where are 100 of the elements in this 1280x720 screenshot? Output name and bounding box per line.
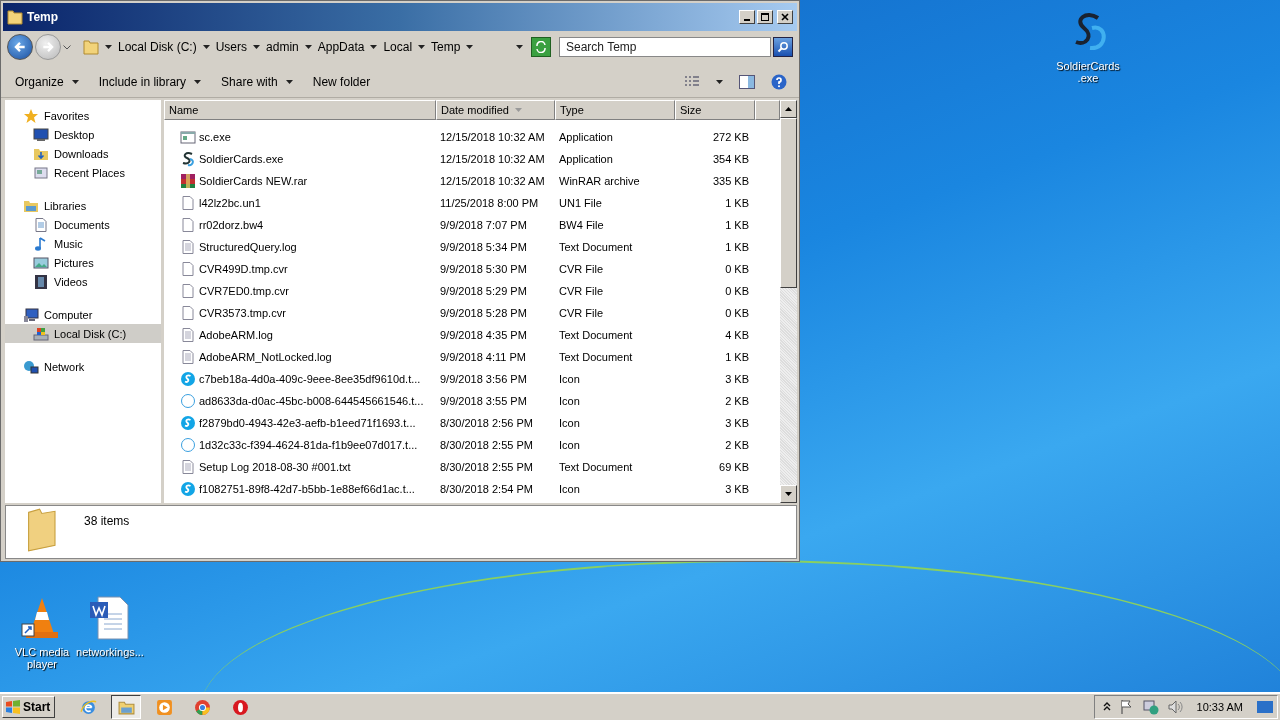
file-name[interactable]: Setup Log 2018-08-30 #001.txt [199,461,351,473]
preview-pane-icon [739,74,755,90]
file-name[interactable]: AdobeARM.log [199,329,273,341]
text-file-icon [180,327,196,343]
taskbar-app-button[interactable] [111,695,142,719]
show-desktop-icon[interactable] [1257,699,1273,715]
nav-item[interactable]: Desktop [5,125,161,144]
table-cell-text: Application [558,153,614,165]
table-cell-text: 1 KB [724,219,750,231]
file-name[interactable]: c7beb18a-4d0a-409c-9eee-8ee35df9610d.t... [199,373,421,385]
nav-item[interactable]: Videos [5,272,161,291]
show-hidden-icons-icon[interactable] [1102,702,1111,712]
table-cell-text: CVR File [558,263,604,275]
column-header[interactable]: Name [164,100,436,120]
table-cell-text: Icon [558,417,581,429]
close-button[interactable] [777,10,793,24]
column-header[interactable]: Type [555,100,675,120]
search-icon [777,41,789,53]
table-cell-text: 3 KB [724,483,750,495]
play-icon [155,698,173,716]
desktop-icon-label[interactable]: SoldierCards .exe [1056,60,1120,84]
breadcrumb-item[interactable]: Local [383,40,413,54]
nav-item[interactable]: Music [5,234,161,253]
speaker-icon[interactable] [1166,699,1183,715]
archive-icon [180,173,196,189]
folder-icon [7,9,23,25]
file-name[interactable]: f1082751-89f8-42d7-b5bb-1e88ef66d1ac.t... [199,483,415,495]
list-view-icon [684,76,700,88]
file-name[interactable]: rr02dorz.bw4 [199,219,264,231]
file-name[interactable]: l42lz2bc.un1 [199,197,261,209]
nav-item[interactable]: Documents [5,215,161,234]
file-name[interactable]: sc.exe [199,131,231,143]
down-arrow-icon [785,492,792,496]
nav-item[interactable]: Favorites [5,106,161,125]
nav-item[interactable]: Network [5,357,161,376]
close-icon [781,13,789,21]
star-icon [23,107,39,124]
table-cell-text: CVR File [558,285,604,297]
refresh-button[interactable] [531,37,551,57]
breadcrumb-item[interactable]: AppData [317,40,365,54]
window-title: Temp [27,10,60,24]
nav-item[interactable]: Downloads [5,144,161,163]
file-name[interactable]: ad8633da-d0ac-45bc-b008-644545661546.t... [199,395,424,407]
search-field[interactable]: Search Temp [559,37,771,57]
column-header[interactable]: Size [675,100,755,120]
caret-icon [418,45,426,49]
start-button[interactable]: Start [2,696,56,718]
text-file-icon [180,349,196,365]
table-cell-text: 0 KB [724,307,750,319]
vertical-scrollbar[interactable] [780,100,797,503]
nav-item[interactable]: Computer [5,305,161,324]
back-arrow-icon [13,40,27,54]
help-icon [771,74,787,90]
file-name[interactable]: SoldierCards.exe [199,153,284,165]
file-name[interactable]: CVR499D.tmp.cvr [199,263,288,275]
toolbar-button[interactable]: New folder [306,73,377,91]
table-cell-text: 9/9/2018 5:30 PM [439,263,528,275]
toolbar-button[interactable]: Share with [215,73,299,91]
file-name[interactable]: CVR3573.tmp.cvr [199,307,286,319]
chrome-icon [193,698,211,716]
table-cell-text: 8/30/2018 2:55 PM [439,439,534,451]
scroll-down-button[interactable] [780,485,797,503]
table-cell-text: Text Document [558,329,634,341]
table-cell-text: 9/9/2018 5:29 PM [439,285,528,297]
nav-item[interactable]: Recent Places [5,163,161,182]
item-count: 38 items [84,514,130,528]
clock[interactable]: 10:33 AM [1196,701,1243,713]
file-name[interactable]: CVR7ED0.tmp.cvr [199,285,289,297]
table-cell-text: 1 KB [724,241,750,253]
column-header[interactable]: Date modified [436,100,555,120]
table-cell-text: BW4 File [558,219,605,231]
table-cell-text: Text Document [558,351,634,363]
breadcrumb-item[interactable]: Users [215,40,248,54]
nav-item[interactable]: Local Disk (C:) [5,324,161,343]
file-name[interactable]: StructuredQuery.log [199,241,297,253]
scroll-up-button[interactable] [780,100,797,118]
windows-logo-icon [5,699,21,715]
back-button[interactable] [7,34,33,60]
caret-icon [202,45,210,49]
table-cell-text: 11/25/2018 8:00 PM [439,197,540,209]
table-cell-text: 12/15/2018 10:32 AM [439,153,546,165]
file-name[interactable]: AdobeARM_NotLocked.log [199,351,332,363]
maximize-button[interactable] [757,10,773,24]
table-cell-text: 9/9/2018 3:55 PM [439,395,528,407]
toolbar-button[interactable]: Include in library [92,73,208,91]
minimize-button[interactable] [739,10,755,24]
nav-item[interactable]: Libraries [5,196,161,215]
toolbar-button[interactable]: Organize [9,73,85,91]
table-cell-text: 9/9/2018 3:56 PM [439,373,528,385]
caret-icon [285,80,293,84]
table-cell-text: Icon [558,395,581,407]
file-name[interactable]: 1d32c33c-f394-4624-81da-f1b9ee07d017.t... [199,439,418,451]
scroll-thumb[interactable] [780,118,797,288]
breadcrumb-item[interactable]: admin [266,40,299,54]
breadcrumb-item[interactable]: Local Disk (C:) [118,40,197,54]
file-name[interactable]: SoldierCards NEW.rar [199,175,308,187]
breadcrumb-item[interactable]: Temp [431,40,461,54]
nav-item[interactable]: Pictures [5,253,161,272]
search-button[interactable] [773,37,793,57]
file-name[interactable]: f2879bd0-4943-42e3-aefb-b1eed71f1693.t... [199,417,416,429]
